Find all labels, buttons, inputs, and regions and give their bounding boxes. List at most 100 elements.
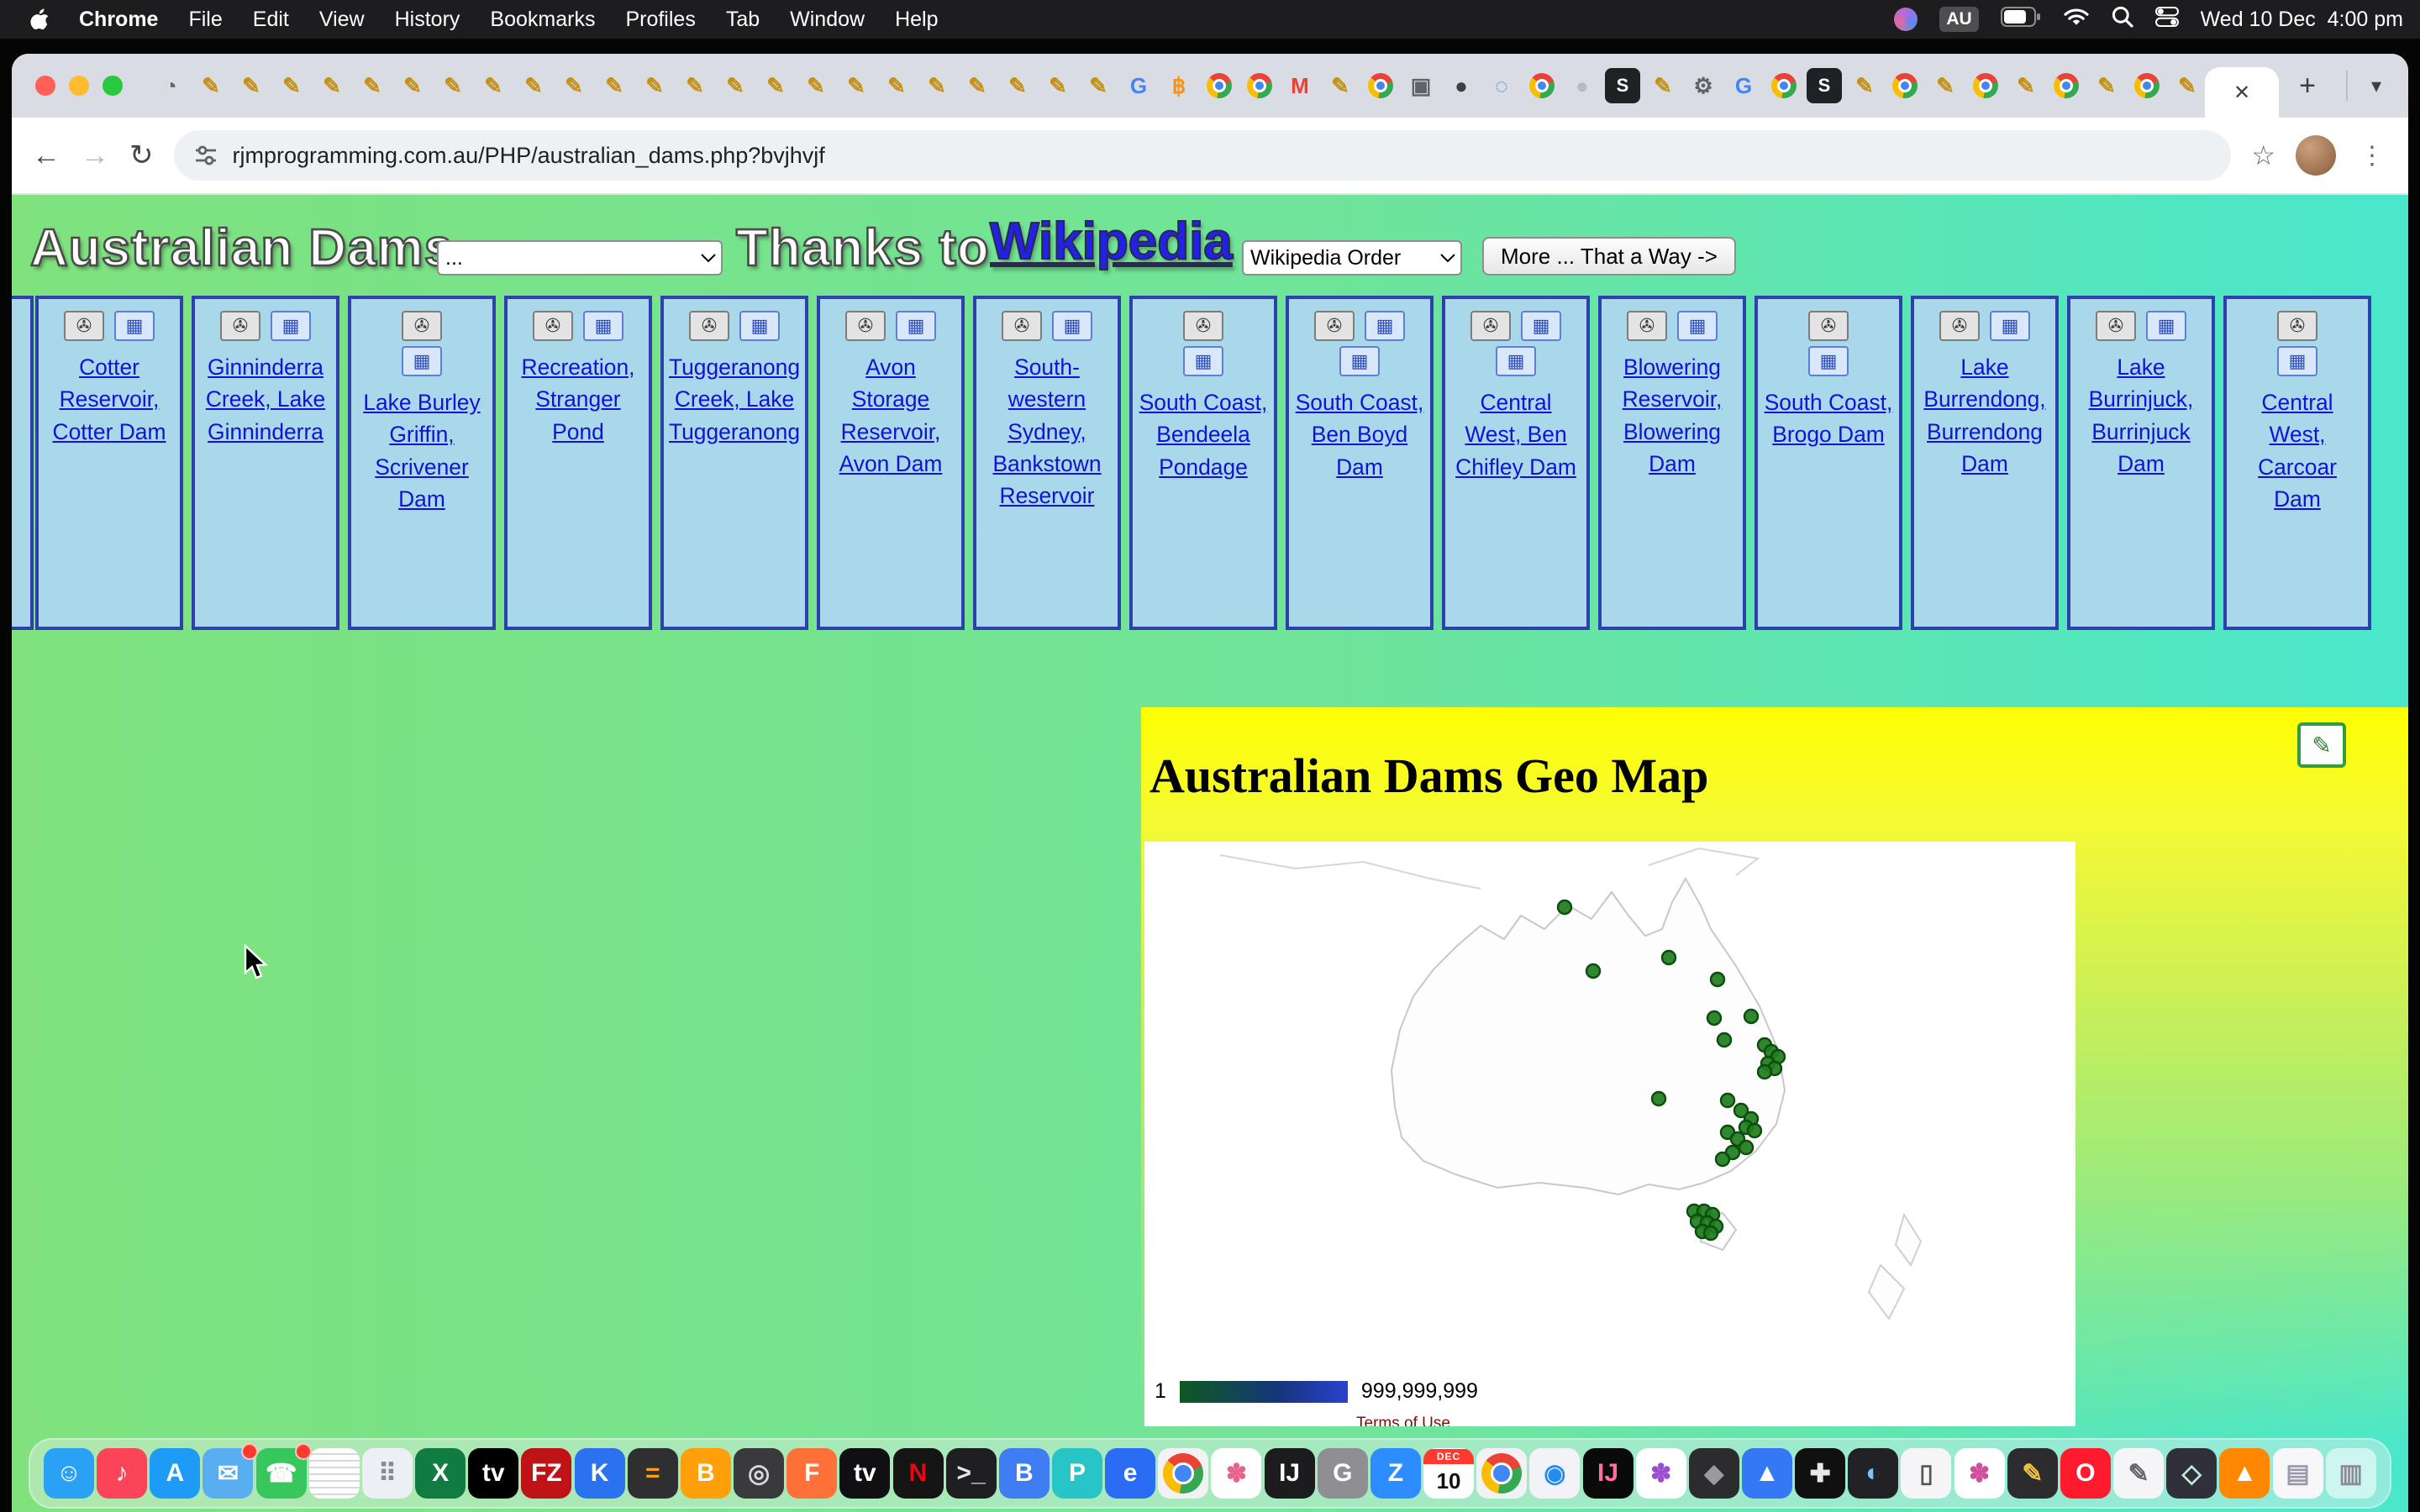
tab-pencil-icon[interactable]: ✎ — [637, 68, 672, 103]
tab-dark-icon[interactable]: ● — [1444, 68, 1479, 103]
tab-pencil-icon[interactable]: ✎ — [879, 68, 914, 103]
dock-dark-utility-icon[interactable]: ◆ — [1689, 1448, 1739, 1499]
dock-music-icon[interactable]: ♪ — [97, 1448, 147, 1499]
video-thumbnail-icon[interactable]: ✇ — [845, 311, 886, 341]
tab-chrome-icon[interactable] — [2049, 68, 2084, 103]
order-select[interactable]: Wikipedia Order — [1242, 240, 1462, 276]
tab-pencil-icon[interactable]: ✎ — [1040, 68, 1076, 103]
photo-thumbnail-icon[interactable]: ▦ — [896, 311, 936, 341]
photo-thumbnail-icon[interactable]: ▦ — [1339, 346, 1380, 376]
tab-bitcoin-icon[interactable]: ฿ — [1161, 68, 1197, 103]
dam-marker[interactable] — [1758, 1065, 1771, 1079]
tab-chrome-icon[interactable] — [1363, 68, 1398, 103]
tab-wrench-icon[interactable]: ⚙ — [1686, 68, 1721, 103]
tab-gray-icon[interactable]: ● — [1565, 68, 1600, 103]
profile-avatar[interactable] — [2296, 135, 2336, 176]
dock-terminal-icon[interactable]: >_ — [946, 1448, 997, 1499]
tab-pencil-icon[interactable]: ✎ — [1847, 68, 1882, 103]
tab-pencil-icon[interactable]: ✎ — [1928, 68, 1963, 103]
tab-chrome-icon[interactable] — [1242, 68, 1277, 103]
dam-link[interactable]: Recreation, Stranger Pond — [508, 351, 649, 448]
photo-thumbnail-icon[interactable]: ▦ — [1183, 346, 1223, 376]
tab-pencil-icon[interactable]: ✎ — [234, 68, 269, 103]
photo-thumbnail-icon[interactable]: ▦ — [1808, 346, 1849, 376]
menu-profiles[interactable]: Profiles — [610, 8, 710, 32]
tab-chrome-icon[interactable] — [1524, 68, 1560, 103]
dock-photos-icon[interactable]: ✽ — [1211, 1448, 1261, 1499]
tab-pencil-icon[interactable]: ✎ — [597, 68, 632, 103]
menu-bookmarks[interactable]: Bookmarks — [475, 8, 610, 32]
forward-button[interactable]: → — [81, 139, 109, 172]
menu-history[interactable]: History — [380, 8, 476, 32]
dam-link[interactable]: Tuggeranong Creek, Lake Tuggeranong — [664, 351, 805, 448]
dock-trash-icon[interactable]: ▥ — [2326, 1448, 2376, 1499]
dock-books-icon[interactable]: B — [681, 1448, 731, 1499]
dock-intellij-icon[interactable]: IJ — [1265, 1448, 1315, 1499]
photo-thumbnail-icon[interactable]: ▦ — [271, 311, 311, 341]
status-orb-icon[interactable] — [1894, 8, 1918, 31]
tab-pencil-icon[interactable]: ✎ — [1645, 68, 1681, 103]
address-bar[interactable]: rjmprogramming.com.au/PHP/australian_dam… — [174, 130, 2232, 181]
tab-pencil-icon[interactable]: ✎ — [758, 68, 793, 103]
tab-pencil-icon[interactable]: ✎ — [556, 68, 592, 103]
more-that-a-way-button[interactable]: More ... That a Way -> — [1482, 237, 1736, 276]
dock-chrome-icon[interactable] — [1158, 1448, 1208, 1499]
dock-apple-tv-icon[interactable]: tv — [839, 1448, 890, 1499]
tab-chrome-icon[interactable] — [1968, 68, 2003, 103]
dam-marker[interactable] — [1662, 951, 1676, 964]
reload-button[interactable]: ↻ — [129, 139, 154, 172]
dam-link[interactable]: Avon Storage Reservoir, Avon Dam — [820, 351, 961, 480]
dock-pycharm-icon[interactable]: P — [1052, 1448, 1102, 1499]
tab-s-icon[interactable]: S — [1807, 68, 1842, 103]
dock-launchpad-icon[interactable]: ⠿ — [362, 1448, 413, 1499]
battery-icon[interactable] — [2001, 7, 2041, 33]
menu-edit[interactable]: Edit — [238, 8, 304, 32]
menu-view[interactable]: View — [304, 8, 380, 32]
dam-link[interactable]: South Coast, Brogo Dam — [1758, 386, 1899, 451]
video-thumbnail-icon[interactable]: ✇ — [1314, 311, 1355, 341]
dam-link[interactable]: Lake Burley Griffin, Scrivener Dam — [351, 386, 492, 515]
dock-messages-icon[interactable]: ☎ — [256, 1448, 307, 1499]
browser-menu-icon[interactable]: ⋮ — [2356, 141, 2388, 171]
menu-clock[interactable]: Wed 10 Dec 4:00 pm — [2201, 8, 2403, 32]
photo-thumbnail-icon[interactable]: ▦ — [1521, 311, 1561, 341]
photo-thumbnail-icon[interactable]: ▦ — [739, 311, 780, 341]
dock-documents-icon[interactable]: ▤ — [2273, 1448, 2323, 1499]
dam-marker[interactable] — [1721, 1094, 1734, 1107]
dock-bbedit-icon[interactable]: B — [999, 1448, 1050, 1499]
menu-help[interactable]: Help — [880, 8, 953, 32]
dam-marker[interactable] — [1652, 1092, 1665, 1105]
dam-link[interactable]: South Coast, Bendeela Pondage — [1133, 386, 1274, 483]
tab-pencil-icon[interactable]: ✎ — [798, 68, 834, 103]
dock-flower-app-icon[interactable]: ✽ — [1954, 1448, 2005, 1499]
video-thumbnail-icon[interactable]: ✇ — [1470, 311, 1511, 341]
tab-google-icon[interactable]: G — [1121, 68, 1156, 103]
dam-link[interactable]: Cotter Reservoir, Cotter Dam — [39, 351, 180, 448]
wifi-icon[interactable] — [2063, 7, 2090, 33]
dock-pinwheel-icon[interactable]: ✽ — [1636, 1448, 1686, 1499]
map-attribution-link[interactable]: Terms of Use — [1356, 1415, 1450, 1426]
tab-search-chevron-icon[interactable]: ▾ — [2358, 74, 2395, 98]
dock-pen-app-icon[interactable]: ✎ — [2007, 1448, 2058, 1499]
dock-iphone-mirroring-icon[interactable]: ▯ — [1901, 1448, 1951, 1499]
video-thumbnail-icon[interactable]: ✇ — [689, 311, 729, 341]
dock-opera-icon[interactable]: O — [2060, 1448, 2111, 1499]
spotlight-search-icon[interactable] — [2112, 6, 2133, 34]
dam-link[interactable]: South Coast, Ben Boyd Dam — [1289, 386, 1430, 483]
dam-link[interactable]: Ginninderra Creek, Lake Ginninderra — [195, 351, 336, 448]
dam-link[interactable]: Lake Burrendong, Burrendong Dam — [1914, 351, 2055, 480]
dam-marker[interactable] — [1739, 1141, 1753, 1154]
dock-edge-icon[interactable]: e — [1105, 1448, 1155, 1499]
tab-pencil-icon[interactable]: ✎ — [476, 68, 511, 103]
dam-marker[interactable] — [1704, 1226, 1718, 1240]
tab-pencil-icon[interactable]: ✎ — [1081, 68, 1116, 103]
dock-finder-icon[interactable]: ☺ — [44, 1448, 94, 1499]
video-thumbnail-icon[interactable]: ✇ — [1939, 311, 1980, 341]
video-thumbnail-icon[interactable]: ✇ — [1627, 311, 1667, 341]
tab-pencil-icon[interactable]: ✎ — [1000, 68, 1035, 103]
active-tab[interactable]: ✕ — [2205, 67, 2279, 118]
zoom-window-button[interactable] — [103, 76, 123, 96]
new-tab-button[interactable]: + — [2279, 70, 2336, 102]
dock-tv-icon[interactable]: tv — [468, 1448, 518, 1499]
tab-pencil-icon[interactable]: ✎ — [919, 68, 955, 103]
